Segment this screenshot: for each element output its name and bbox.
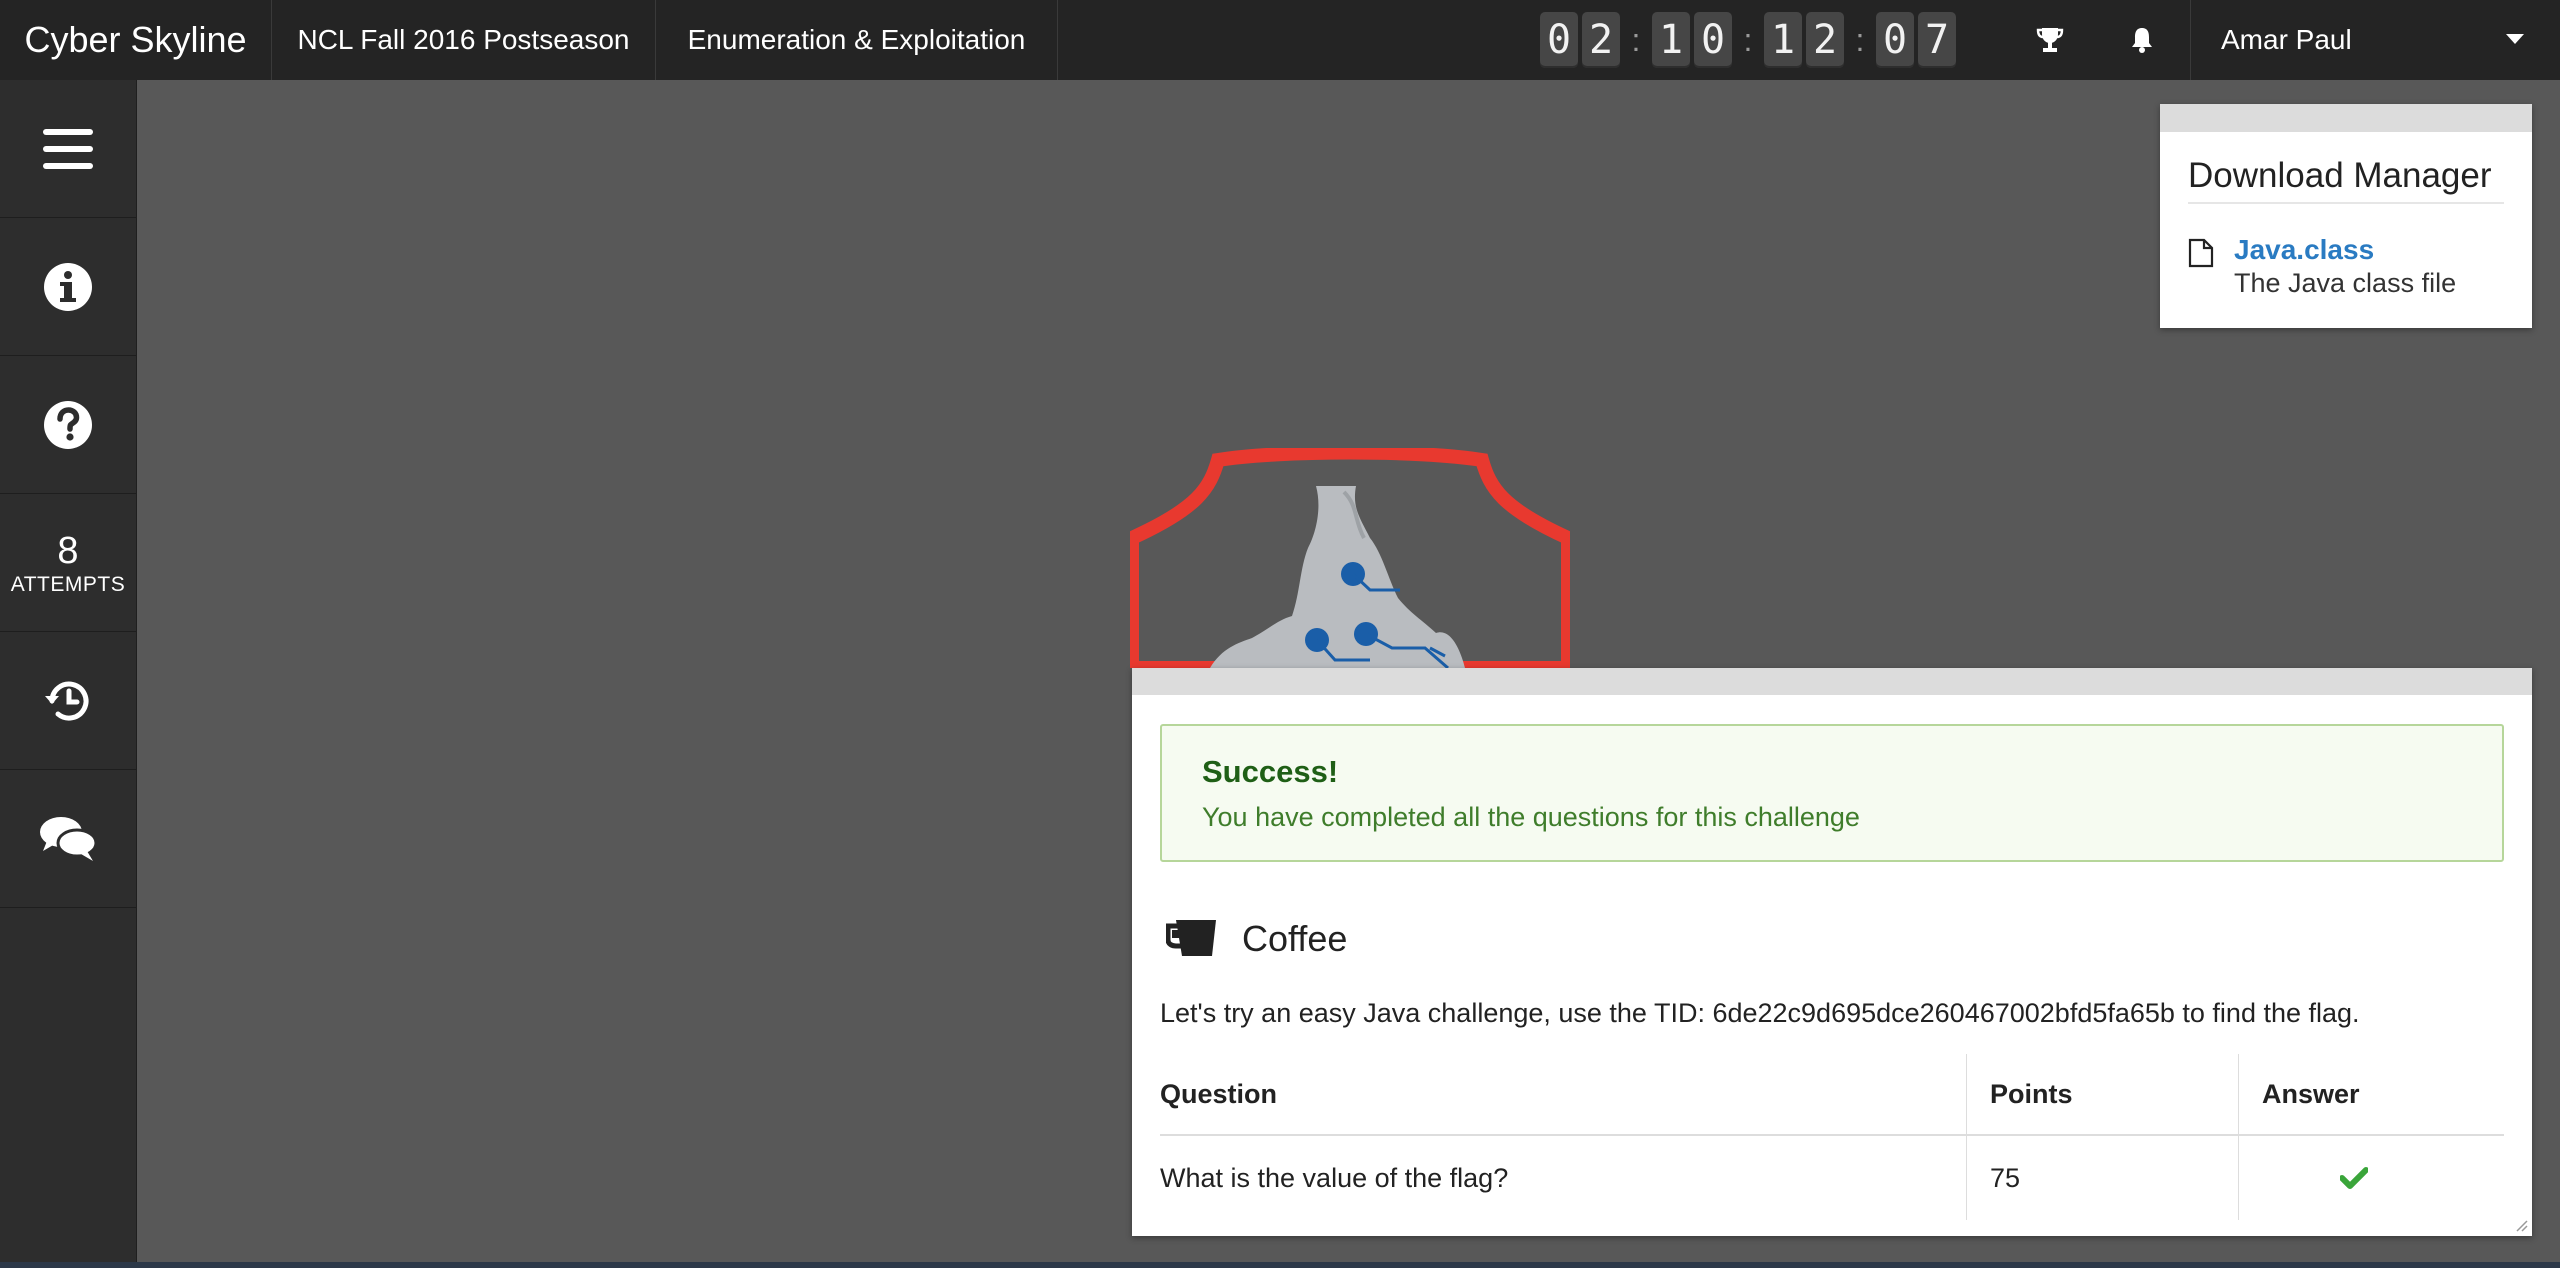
resize-handle-icon[interactable] (2514, 1218, 2528, 1232)
timer-digit: 1 (1652, 12, 1690, 68)
download-link-java-class[interactable]: Java.class (2234, 234, 2374, 266)
attempts-count: 8 (57, 529, 79, 572)
file-icon (2188, 238, 2214, 268)
sidebar-chat-button[interactable] (0, 770, 136, 908)
column-header-answer: Answer (2262, 1078, 2360, 1109)
download-file-description: The Java class file (2234, 268, 2457, 298)
timer-digit: 2 (1582, 12, 1620, 68)
download-manager-panel: Download Manager Java.class The Java cla… (2160, 104, 2532, 328)
questions-table: Question Points Answer What is the value… (1160, 1054, 2504, 1220)
user-name: Amar Paul (2221, 24, 2352, 55)
timer-digit: 1 (1764, 12, 1802, 68)
timer-digit: 0 (1540, 12, 1578, 68)
countdown-timer: 0 2 : 1 0 : 1 2 : 0 7 (1540, 12, 1960, 68)
challenge-description: Let's try an easy Java challenge, use th… (1160, 998, 2360, 1028)
sidebar-history-button[interactable] (0, 632, 136, 770)
bottom-edge (0, 1262, 2560, 1268)
alert-title: Success! (1202, 754, 1339, 789)
panel-drag-handle[interactable] (1132, 668, 2532, 695)
question-text: What is the value of the flag? (1160, 1162, 1509, 1193)
history-icon (45, 681, 89, 720)
column-divider (1966, 1054, 1967, 1134)
success-alert: Success! You have completed all the ques… (1160, 724, 2504, 862)
column-divider (2238, 1136, 2239, 1220)
column-divider (2238, 1054, 2239, 1134)
attempts-label: ATTEMPTS (10, 572, 126, 596)
timer-separator: : (1855, 21, 1865, 58)
user-menu[interactable]: Amar Paul (2190, 0, 2560, 80)
challenge-panel: Success! You have completed all the ques… (1132, 668, 2532, 1236)
question-points: 75 (1990, 1162, 2021, 1193)
bell-icon[interactable] (2102, 0, 2182, 80)
table-header: Question Points Answer (1160, 1054, 2504, 1136)
sidebar: 8 ATTEMPTS (0, 80, 137, 1268)
breadcrumb-category[interactable]: Enumeration & Exploitation (656, 0, 1058, 80)
challenge-title: Coffee (1242, 918, 1348, 959)
sidebar-help-button[interactable] (0, 356, 136, 494)
trophy-icon[interactable] (2010, 0, 2090, 80)
chevron-down-icon (2506, 34, 2524, 44)
timer-separator: : (1743, 21, 1753, 58)
timer-digit: 2 (1806, 12, 1844, 68)
column-divider (1966, 1136, 1967, 1220)
brand-logo[interactable]: Cyber Skyline (0, 0, 272, 80)
timer-separator: : (1631, 21, 1641, 58)
sidebar-menu-button[interactable] (0, 80, 136, 218)
challenge-shield-logo (1130, 448, 1570, 668)
checkmark-icon (2340, 1167, 2368, 1189)
coffee-icon (1166, 920, 1216, 956)
answer-status (2340, 1136, 2368, 1220)
timer-digit: 0 (1876, 12, 1914, 68)
download-manager-title: Download Manager (2188, 156, 2504, 204)
chat-icon (40, 816, 97, 861)
table-row: What is the value of the flag? 75 (1160, 1136, 2504, 1220)
timer-digit: 7 (1918, 12, 1956, 68)
timer-digit: 0 (1694, 12, 1732, 68)
top-bar: Cyber Skyline NCL Fall 2016 Postseason E… (0, 0, 2560, 80)
sidebar-attempts: 8 ATTEMPTS (0, 494, 136, 632)
panel-drag-handle[interactable] (2160, 104, 2532, 132)
alert-message: You have completed all the questions for… (1202, 802, 1860, 832)
breadcrumb-event[interactable]: NCL Fall 2016 Postseason (272, 0, 656, 80)
help-icon (44, 400, 92, 449)
menu-icon (43, 128, 93, 169)
column-header-points: Points (1990, 1078, 2073, 1109)
column-header-question: Question (1160, 1078, 1278, 1109)
info-icon (44, 262, 92, 311)
sidebar-info-button[interactable] (0, 218, 136, 356)
